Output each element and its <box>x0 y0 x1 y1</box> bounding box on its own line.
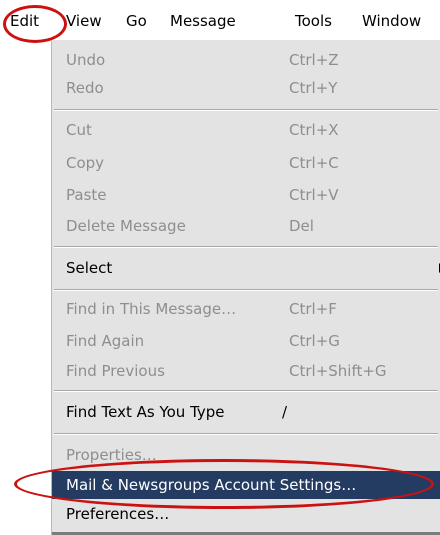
menu-message[interactable]: Message <box>170 11 236 31</box>
menu-item-select[interactable]: Select <box>52 256 440 280</box>
menu-item-redo[interactable]: Redo Ctrl+Y <box>52 76 440 100</box>
menu-item-find-again[interactable]: Find Again Ctrl+G <box>52 329 440 353</box>
menu-separator <box>54 289 438 291</box>
menu-item-account-settings[interactable]: Mail & Newsgroups Account Settings… <box>52 471 440 499</box>
menu-go[interactable]: Go <box>126 11 147 31</box>
menu-separator <box>54 390 438 392</box>
menu-separator <box>54 433 438 435</box>
menu-item-find-in-this-message[interactable]: Find in This Message… Ctrl+F <box>52 297 440 321</box>
menu-edit[interactable]: Edit <box>10 11 39 31</box>
menu-separator <box>54 109 438 111</box>
menu-separator <box>54 246 438 248</box>
menu-item-cut[interactable]: Cut Ctrl+X <box>52 118 440 142</box>
menu-tools[interactable]: Tools <box>295 11 332 31</box>
menu-window[interactable]: Window <box>362 11 421 31</box>
menu-view[interactable]: View <box>66 11 102 31</box>
menu-item-properties[interactable]: Properties… <box>52 443 440 467</box>
menu-item-find-text-as-you-type[interactable]: Find Text As You Type / <box>52 400 440 424</box>
menu-item-preferences[interactable]: Preferences… <box>52 502 440 526</box>
menu-item-delete-message[interactable]: Delete Message Del <box>52 214 440 238</box>
menu-bar: Edit View Go Message Tools Window <box>0 0 440 40</box>
edit-menu-dropdown: Undo Ctrl+Z Redo Ctrl+Y Cut Ctrl+X Copy … <box>51 40 440 535</box>
menu-item-undo[interactable]: Undo Ctrl+Z <box>52 48 440 72</box>
menu-item-copy[interactable]: Copy Ctrl+C <box>52 151 440 175</box>
menu-item-paste[interactable]: Paste Ctrl+V <box>52 183 440 207</box>
menu-item-find-previous[interactable]: Find Previous Ctrl+Shift+G <box>52 359 440 383</box>
